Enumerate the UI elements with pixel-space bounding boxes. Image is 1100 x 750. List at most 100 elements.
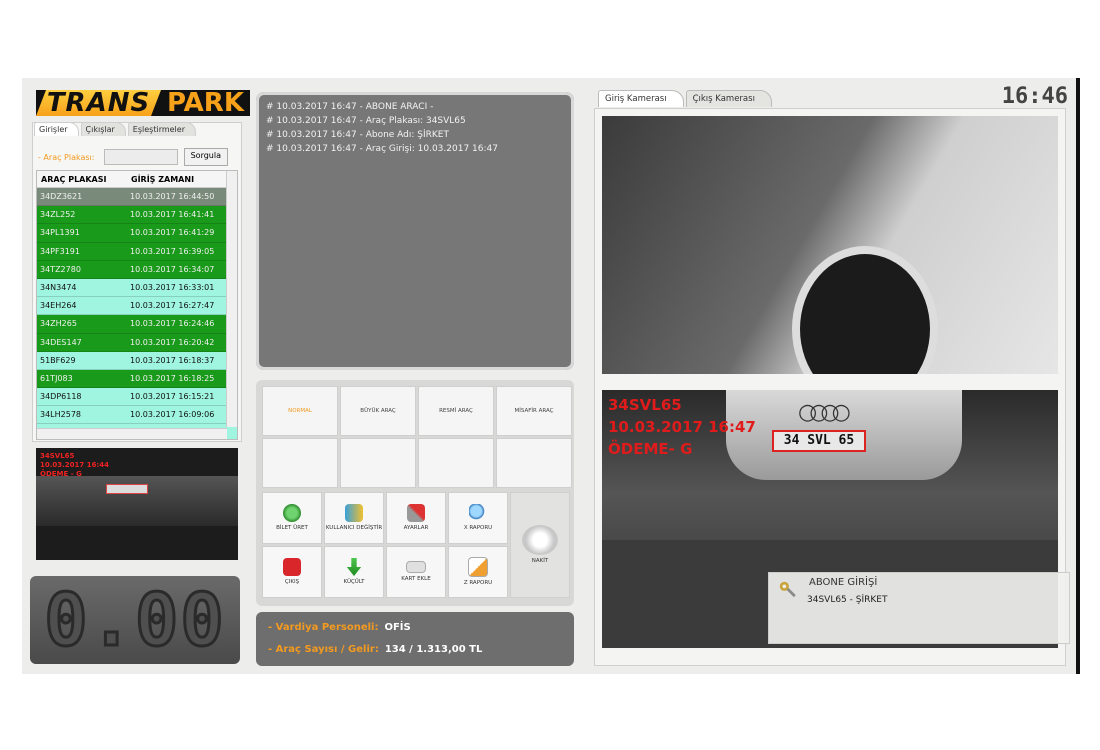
tab-giris-kamerasi[interactable]: Giriş Kamerası — [598, 90, 684, 107]
shift-status-panel: - Vardiya Personeli: OFİS - Araç Sayısı /… — [256, 612, 574, 666]
cell-time: 10.03.2017 16:41:29 — [130, 228, 215, 238]
entry-camera-view — [602, 116, 1058, 374]
x-raporu-button[interactable]: X RAPORU — [448, 492, 508, 544]
empty-slot[interactable] — [418, 438, 494, 488]
cell-plate: 34ZL252 — [40, 210, 76, 220]
overlay-plate: 34SVL65 — [608, 396, 682, 414]
nakit-label: NAKİT — [531, 558, 549, 564]
popup-detail: 34SVL65 - ŞİRKET — [807, 595, 888, 605]
resmi-arac-button[interactable]: RESMİ ARAÇ — [418, 386, 494, 436]
personel-row: - Vardiya Personeli: OFİS — [268, 622, 411, 633]
arrow-down-icon — [346, 558, 362, 576]
table-row[interactable]: 34ZH265 10.03.2017 16:24:46 — [37, 315, 237, 334]
logo-park: PARK — [167, 88, 244, 118]
table-body: 34DZ3621 10.03.2017 16:44:50 34ZL252 10.03.… — [37, 188, 237, 439]
table-row[interactable]: 34DES147 10.03.2017 16:20:42 — [37, 333, 237, 352]
column-header-time[interactable]: GİRİŞ ZAMANI — [131, 175, 194, 184]
kart-ekle-button[interactable]: KART EKLE — [386, 546, 446, 598]
cell-time: 10.03.2017 16:24:46 — [130, 319, 215, 329]
tab-cikislar[interactable]: Çıkışlar — [80, 122, 126, 136]
empty-slot[interactable] — [262, 438, 338, 488]
exit-camera-thumbnail: 34SVL65 10.03.2017 16:44 ÖDEME - G — [36, 448, 238, 560]
kullanici-label: KULLANICI DEĞİŞTİR — [325, 525, 383, 531]
overlay-payment: ÖDEME- G — [608, 440, 693, 458]
coins-icon — [522, 525, 558, 555]
left-tabs: Girişler Çıkışlar Eşleştirmeler — [34, 122, 196, 136]
users-icon — [345, 504, 363, 522]
car-logo: ○○○○ — [798, 400, 851, 425]
car-wheel — [792, 246, 938, 374]
bilet-uret-button[interactable]: BİLET ÜRET — [262, 492, 322, 544]
table-row[interactable]: 34N3474 10.03.2017 16:33:01 — [37, 278, 237, 298]
cell-plate: 34DP6118 — [40, 392, 82, 402]
log-line: # 10.03.2017 16:47 - Araç Girişi: 10.03.… — [266, 144, 498, 154]
z-raporu-button[interactable]: Z RAPORU — [448, 546, 508, 598]
misafir-arac-button[interactable]: MİSAFİR ARAÇ — [496, 386, 572, 436]
buyuk-arac-button[interactable]: BÜYÜK ARAÇ — [340, 386, 416, 436]
count-value: 134 / 1.313,00 TL — [384, 644, 483, 655]
column-header-plate[interactable]: ARAÇ PLAKASI — [37, 175, 131, 184]
thumb-line-3: ÖDEME - G — [40, 470, 82, 478]
ayarlar-button[interactable]: AYARLAR — [386, 492, 446, 544]
license-plate: 34 SVL 65 — [772, 430, 866, 452]
horizontal-scrollbar[interactable] — [37, 428, 227, 439]
overlay-time: 10.03.2017 16:47 — [608, 418, 756, 436]
ayarlar-label: AYARLAR — [403, 525, 429, 531]
table-row[interactable]: 61TJ083 10.03.2017 16:18:25 — [37, 369, 237, 389]
cikis-button[interactable]: ÇIKIŞ — [262, 546, 322, 598]
magnifier-icon — [469, 504, 487, 522]
add-ticket-icon — [283, 504, 301, 522]
table-row[interactable]: 34DP6118 10.03.2017 16:15:21 — [37, 388, 237, 407]
bilet-uret-label: BİLET ÜRET — [276, 525, 308, 531]
transpark-logo: TRANS PARK — [36, 90, 250, 116]
sorgula-button[interactable]: Sorgula — [183, 148, 228, 166]
cell-time: 10.03.2017 16:41:41 — [130, 210, 215, 220]
empty-slot[interactable] — [496, 438, 572, 488]
vertical-scrollbar[interactable] — [226, 171, 237, 427]
camera-tabs: Giriş Kamerası Çıkış Kamerası — [598, 90, 772, 107]
table-row[interactable]: 34LH2578 10.03.2017 16:09:06 — [37, 406, 237, 425]
table-row[interactable]: 51BF629 10.03.2017 16:18:37 — [37, 351, 237, 370]
cell-time: 10.03.2017 16:39:05 — [130, 246, 215, 256]
cell-time: 10.03.2017 16:33:01 — [130, 283, 215, 293]
cell-plate: 34EH264 — [40, 301, 77, 311]
cell-time: 10.03.2017 16:20:42 — [130, 337, 215, 347]
cell-plate: 34PF3191 — [40, 246, 80, 256]
tab-eslestirmeler[interactable]: Eşleştirmeler — [127, 122, 196, 136]
table-row[interactable]: 34PL1391 10.03.2017 16:41:29 — [37, 224, 237, 243]
logo-trans: TRANS — [36, 90, 161, 116]
kart-ekle-label: KART EKLE — [401, 576, 431, 582]
table-row[interactable]: 34EH264 10.03.2017 16:27:47 — [37, 297, 237, 316]
thumb-line-1: 34SVL65 — [40, 452, 75, 460]
normal-button[interactable]: NORMAL — [262, 386, 338, 436]
kucult-button[interactable]: KÜÇÜLT — [324, 546, 384, 598]
table-row[interactable]: 34PF3191 10.03.2017 16:39:05 — [37, 242, 237, 261]
tools-icon — [407, 504, 425, 522]
table-row[interactable]: 34DZ3621 10.03.2017 16:44:50 — [37, 188, 237, 207]
tab-girisler[interactable]: Girişler — [34, 122, 79, 136]
personel-value: OFİS — [384, 622, 411, 633]
cell-plate: 34DZ3621 — [40, 192, 83, 202]
entries-table: ARAÇ PLAKASI GİRİŞ ZAMANI 34DZ3621 10.03.… — [36, 170, 238, 440]
cell-time: 10.03.2017 16:34:07 — [130, 264, 215, 274]
clock: 16:46 — [1001, 84, 1068, 109]
event-log: # 10.03.2017 16:47 - ABONE ARACI - # 10.… — [266, 100, 498, 156]
count-row: - Araç Sayısı / Gelir: 134 / 1.313,00 TL — [268, 644, 482, 655]
cell-plate: 34ZH265 — [40, 319, 77, 329]
cell-time: 10.03.2017 16:27:47 — [130, 301, 215, 311]
amount-display: 0.00 — [30, 576, 240, 664]
nakit-button[interactable]: NAKİT — [510, 492, 570, 598]
kullanici-degistir-button[interactable]: KULLANICI DEĞİŞTİR — [324, 492, 384, 544]
plate-input[interactable] — [103, 149, 178, 165]
table-row[interactable]: 34TZ2780 10.03.2017 16:34:07 — [37, 260, 237, 279]
tab-cikis-kamerasi[interactable]: Çıkış Kamerası — [685, 90, 772, 107]
cell-plate: 34DES147 — [40, 337, 82, 347]
table-row[interactable]: 34ZL252 10.03.2017 16:41:41 — [37, 206, 237, 225]
cikis-label: ÇIKIŞ — [284, 579, 300, 585]
amount-value: 0.00 — [43, 577, 226, 664]
thumbnail-overlay-text: 34SVL65 10.03.2017 16:44 ÖDEME - G — [40, 452, 109, 479]
cell-time: 10.03.2017 16:15:21 — [130, 392, 215, 402]
thumb-line-2: 10.03.2017 16:44 — [40, 461, 110, 469]
empty-slot[interactable] — [340, 438, 416, 488]
cell-time: 10.03.2017 16:18:25 — [130, 373, 215, 383]
